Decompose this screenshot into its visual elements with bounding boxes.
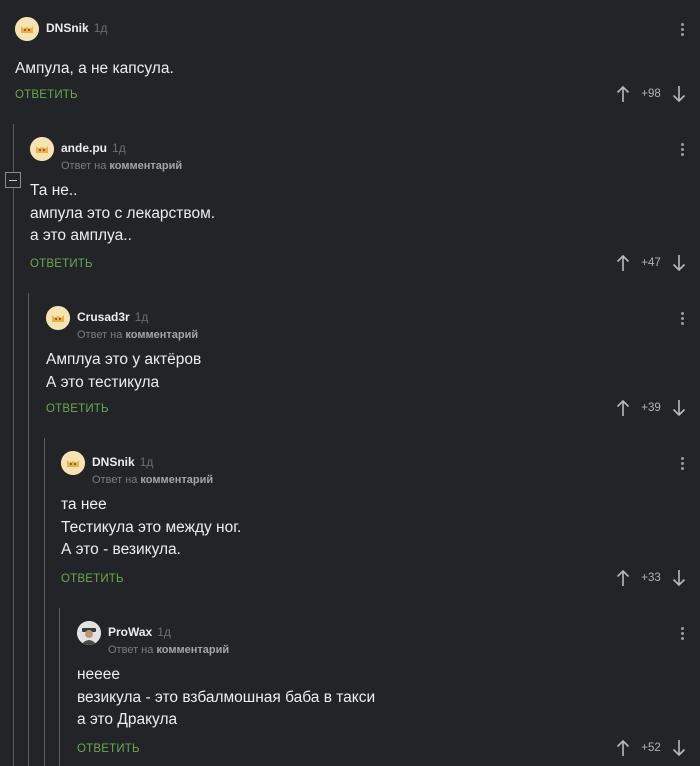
reply-to-link[interactable]: комментарий — [156, 644, 229, 656]
comment: Crusad3r 1д Ответ на комментарий Амплуа э… — [46, 306, 700, 426]
comment: DNSnik 1д Ответ на комментарий та нее Тес… — [61, 451, 700, 591]
cat-avatar-icon[interactable] — [46, 306, 70, 330]
comment-text: Ампула, а не капсула. — [15, 58, 174, 81]
downvote-arrow-icon[interactable] — [672, 85, 686, 103]
comment-time: 1д — [139, 455, 154, 469]
downvote-arrow-icon[interactable] — [672, 569, 686, 587]
person-avatar-icon[interactable] — [77, 621, 101, 645]
thread-line-2[interactable] — [28, 293, 29, 766]
comment-author[interactable]: DNSnik 1д — [92, 455, 153, 469]
vote-control: +47 — [616, 254, 686, 274]
thread-line-4[interactable] — [59, 608, 60, 766]
comment-line: та нее — [61, 496, 107, 513]
thread-line-1[interactable] — [13, 124, 14, 766]
comment-line: Амплуа это у актёров — [46, 351, 202, 368]
comment: DNSnik 1д Ампула, а не капсула. ОТВЕТИТЬ … — [15, 17, 700, 112]
more-options-icon[interactable] — [681, 457, 685, 472]
more-options-icon[interactable] — [681, 143, 685, 158]
cat-avatar-icon[interactable] — [15, 17, 39, 41]
comment-author[interactable]: Crusad3r 1д — [77, 310, 148, 324]
comment-text: Амплуа это у актёров А это тестикула — [46, 349, 201, 394]
vote-control: +33 — [616, 569, 686, 589]
downvote-arrow-icon[interactable] — [672, 399, 686, 417]
reply-button[interactable]: ОТВЕТИТЬ — [77, 743, 140, 755]
comment-text: Та не.. ампула это с лекарством. а это а… — [30, 180, 215, 248]
reply-button[interactable]: ОТВЕТИТЬ — [46, 403, 109, 415]
cat-avatar-icon[interactable] — [61, 451, 85, 475]
reply-to-label: Ответ на комментарий — [77, 329, 199, 341]
comment-author[interactable]: ProWax 1д — [108, 625, 171, 639]
comment-line: Ампула, а не капсула. — [15, 60, 174, 77]
reply-button[interactable]: ОТВЕТИТЬ — [61, 573, 124, 585]
more-options-icon[interactable] — [681, 627, 685, 642]
cat-avatar-icon[interactable] — [30, 137, 54, 161]
downvote-arrow-icon[interactable] — [672, 254, 686, 272]
reply-to-link[interactable]: комментарий — [109, 160, 182, 172]
comment: ande.pu 1д Ответ на комментарий Та не.. а… — [30, 137, 700, 277]
reply-button[interactable]: ОТВЕТИТЬ — [30, 258, 93, 270]
comment-time: 1д — [112, 141, 126, 155]
reply-to-link[interactable]: комментарий — [140, 474, 213, 486]
comment-author[interactable]: DNSnik 1д — [46, 21, 107, 35]
comment-line: Та не.. — [30, 182, 78, 199]
reply-to-label: Ответ на комментарий — [108, 644, 230, 656]
comment-time: 1д — [134, 310, 149, 324]
comment-time: 1д — [93, 21, 108, 35]
reply-to-label: Ответ на комментарий — [92, 474, 214, 486]
downvote-arrow-icon[interactable] — [672, 739, 686, 757]
thread-line-3[interactable] — [44, 438, 45, 766]
comment-line: А это - везикула. — [61, 541, 181, 558]
more-options-icon[interactable] — [681, 312, 685, 327]
vote-control: +39 — [616, 399, 686, 419]
comment-text: неeee везикула - это взбалмошная баба в … — [77, 664, 375, 732]
comment: ProWax 1д Ответ на комментарий неeee вези… — [77, 621, 700, 761]
vote-control: +98 — [616, 85, 686, 105]
comment-line: везикула - это взбалмошная баба в такси — [77, 688, 376, 706]
reply-button[interactable]: ОТВЕТИТЬ — [15, 89, 78, 101]
comment-line: а это Дракула — [77, 711, 178, 728]
comment-time: 1д — [157, 625, 171, 639]
comment-line: ампула это с лекарством. — [30, 204, 216, 222]
comment-line: а это амплуа.. — [30, 227, 132, 244]
more-options-icon[interactable] — [681, 23, 685, 38]
reply-to-label: Ответ на комментарий — [61, 160, 183, 172]
collapse-thread-button[interactable] — [5, 172, 21, 188]
comment-line: неeee — [77, 666, 121, 683]
vote-control: +52 — [616, 739, 686, 759]
comment-author[interactable]: ande.pu 1д — [61, 141, 126, 155]
comment-line: Тестикула это между ног. — [61, 518, 242, 536]
comment-text: та нее Тестикула это между ног. А это - … — [61, 494, 241, 562]
reply-to-link[interactable]: комментарий — [125, 329, 198, 341]
comment-line: А это тестикула — [46, 373, 160, 391]
